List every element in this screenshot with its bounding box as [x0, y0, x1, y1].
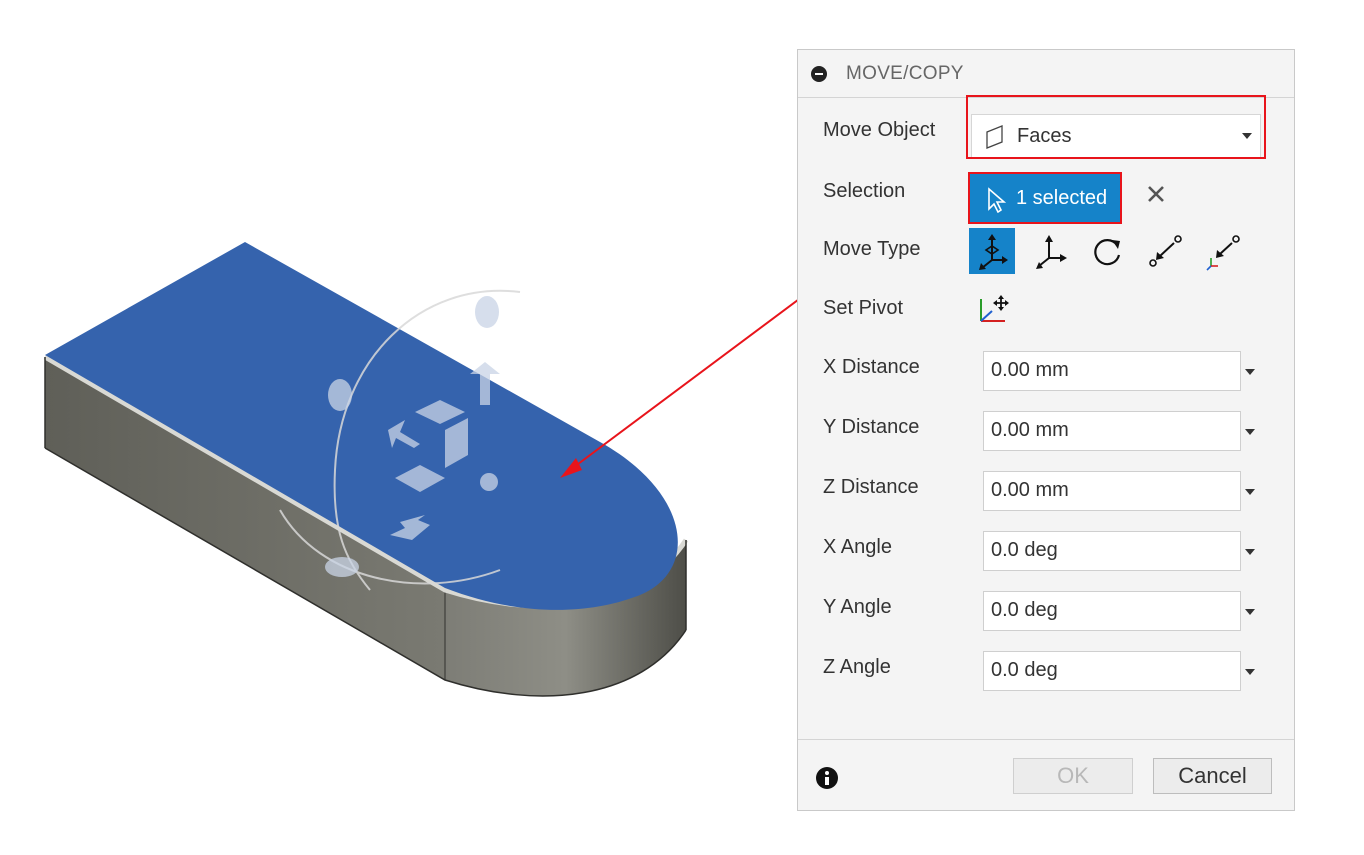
z-distance-label: Z Distance: [823, 476, 919, 498]
move-object-label: Move Object: [823, 119, 936, 141]
dialog-header: MOVE/COPY: [798, 50, 1294, 98]
chevron-down-icon[interactable]: [1245, 369, 1255, 375]
z-distance-row: Z Distance: [798, 465, 1294, 511]
chevron-down-icon[interactable]: [1245, 669, 1255, 675]
selection-button[interactable]: 1 selected: [968, 172, 1122, 224]
move-object-value: Faces: [1017, 125, 1072, 147]
x-distance-label: X Distance: [823, 356, 920, 378]
info-icon[interactable]: [816, 767, 838, 789]
y-angle-field-box: [983, 591, 1241, 631]
chevron-down-icon[interactable]: [1245, 609, 1255, 615]
y-distance-row: Y Distance: [798, 405, 1294, 451]
cancel-button[interactable]: Cancel: [1153, 758, 1272, 794]
point-to-position-icon[interactable]: [1201, 228, 1247, 274]
x-distance-field-box: [983, 351, 1241, 391]
chevron-down-icon[interactable]: [1245, 489, 1255, 495]
x-distance-row: X Distance: [798, 345, 1294, 391]
cursor-icon: [988, 187, 1006, 213]
move-type-row: Move Type: [798, 225, 1294, 277]
x-angle-label: X Angle: [823, 536, 892, 558]
ok-button[interactable]: OK: [1013, 758, 1133, 794]
set-pivot-row: Set Pivot: [798, 287, 1294, 331]
y-distance-label: Y Distance: [823, 416, 920, 438]
y-angle-label: Y Angle: [823, 596, 892, 618]
free-move-icon[interactable]: [969, 228, 1015, 274]
translate-xyz-icon[interactable]: [1027, 228, 1073, 274]
dialog-title: MOVE/COPY: [846, 63, 964, 84]
x-angle-row: X Angle: [798, 525, 1294, 571]
set-pivot-icon[interactable]: [975, 291, 1011, 327]
dialog-footer: OK Cancel: [798, 739, 1294, 811]
y-angle-input[interactable]: [984, 592, 1231, 628]
z-distance-input[interactable]: [984, 472, 1231, 508]
z-angle-field-box: [983, 651, 1241, 691]
point-to-point-icon[interactable]: [1143, 228, 1189, 274]
y-angle-row: Y Angle: [798, 585, 1294, 631]
chevron-down-icon[interactable]: [1245, 549, 1255, 555]
move-object-row: Move Object Faces: [798, 95, 1294, 159]
face-icon: [986, 125, 1003, 149]
selection-value: 1 selected: [1016, 187, 1108, 209]
selection-row: Selection 1 selected: [798, 170, 1294, 224]
close-icon[interactable]: [1144, 182, 1168, 206]
model-viewport[interactable]: [0, 0, 949, 850]
move-object-dropdown[interactable]: Faces: [971, 114, 1261, 158]
set-pivot-label: Set Pivot: [823, 297, 904, 319]
z-angle-input[interactable]: [984, 652, 1231, 688]
x-angle-field-box: [983, 531, 1241, 571]
collapse-icon[interactable]: [811, 66, 827, 82]
y-distance-input[interactable]: [984, 412, 1231, 448]
move-copy-dialog: MOVE/COPY Move Object Faces Selection 1 …: [797, 49, 1295, 811]
x-angle-input[interactable]: [984, 532, 1231, 568]
y-distance-field-box: [983, 411, 1241, 451]
selection-label: Selection: [823, 180, 906, 202]
z-distance-field-box: [983, 471, 1241, 511]
z-angle-label: Z Angle: [823, 656, 891, 678]
chevron-down-icon[interactable]: [1245, 429, 1255, 435]
z-angle-row: Z Angle: [798, 645, 1294, 691]
chevron-down-icon: [1242, 133, 1252, 139]
move-type-label: Move Type: [823, 238, 921, 260]
rotate-icon[interactable]: [1085, 228, 1131, 274]
x-distance-input[interactable]: [984, 352, 1231, 388]
